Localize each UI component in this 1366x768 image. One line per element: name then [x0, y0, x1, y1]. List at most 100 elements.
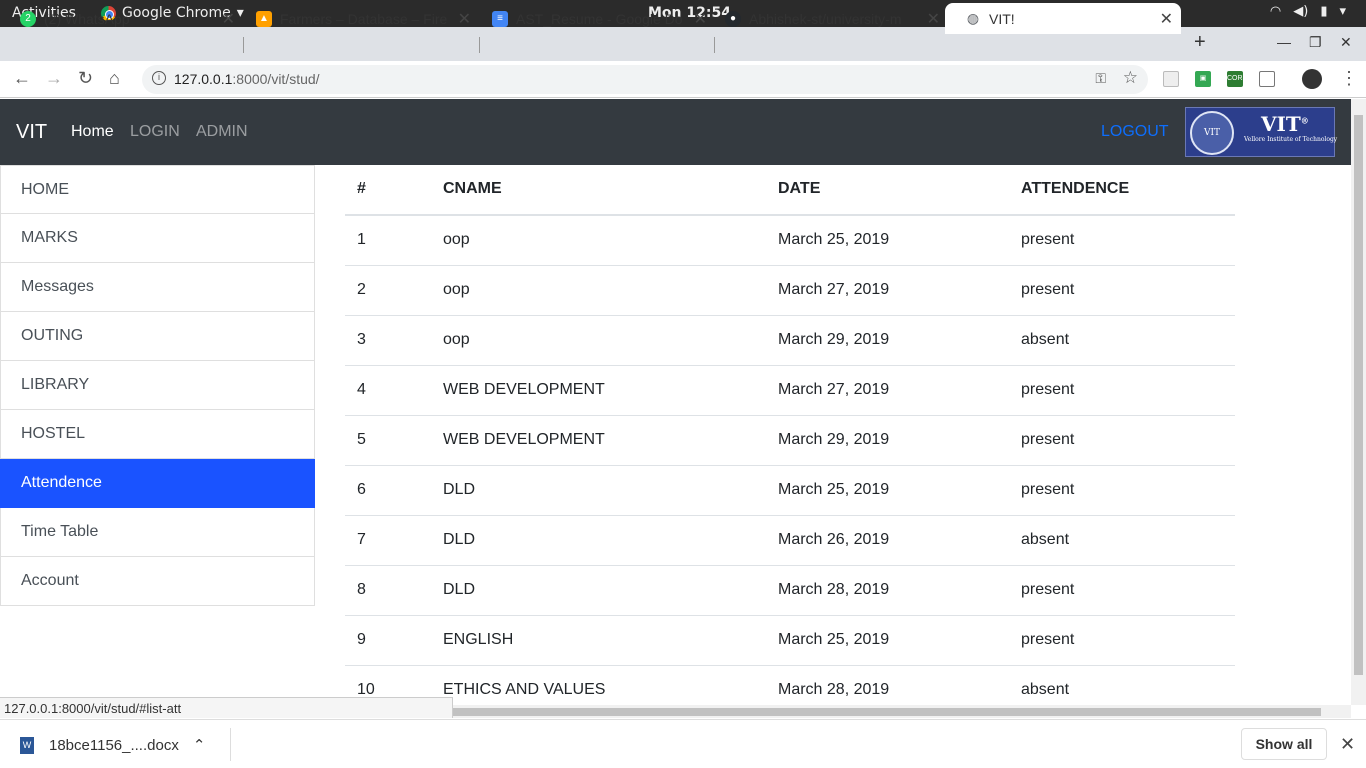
- new-tab-icon[interactable]: +: [1194, 31, 1206, 54]
- attendance-date: March 27, 2019: [766, 265, 1009, 316]
- vertical-scrollbar[interactable]: [1351, 99, 1366, 705]
- sidebar-item-hostel[interactable]: HOSTEL: [0, 410, 315, 459]
- sidebar-item-marks[interactable]: MARKS: [0, 214, 315, 263]
- column-header-cname: CNAME: [431, 165, 766, 216]
- row-number: 3: [345, 315, 431, 366]
- table-row: 3 oop March 29, 2019 absent: [345, 315, 1235, 366]
- globe-icon: ◍: [965, 10, 981, 27]
- browser-toolbar: ← → ↻ ⌂ i 127.0.0.1:8000/vit/stud/ ⚿ ☆ ▣…: [0, 61, 1366, 98]
- sidebar-item-library[interactable]: LIBRARY: [0, 361, 315, 410]
- document-extension-icon[interactable]: [1259, 71, 1275, 87]
- close-window-icon[interactable]: ✕: [1340, 34, 1352, 51]
- logout-link[interactable]: LOGOUT: [1101, 123, 1169, 141]
- sidebar-item-account[interactable]: Account: [0, 557, 315, 606]
- battery-icon: ▮: [1320, 4, 1328, 19]
- course-name: oop: [431, 315, 766, 366]
- row-number: 5: [345, 415, 431, 466]
- sidebar-item-attendence[interactable]: Attendence: [0, 459, 315, 508]
- attendance-date: March 25, 2019: [766, 215, 1009, 266]
- volume-icon: ◀): [1293, 4, 1309, 19]
- close-tab-icon[interactable]: ✕: [1160, 9, 1173, 29]
- course-name: WEB DEVELOPMENT: [431, 365, 766, 416]
- tab-vit[interactable]: ◍ VIT! ✕: [945, 3, 1181, 34]
- bookmark-star-icon[interactable]: ☆: [1123, 68, 1138, 88]
- forward-icon[interactable]: →: [45, 68, 63, 89]
- attendance-status: present: [1009, 215, 1235, 266]
- row-number: 7: [345, 515, 431, 566]
- vit-logo-text: VIT®: [1261, 112, 1309, 136]
- row-number: 2: [345, 265, 431, 316]
- tab-github[interactable]: ● Abhishek-st/university-m ✕: [705, 3, 948, 34]
- sidebar-item-home[interactable]: HOME: [0, 165, 315, 214]
- table-row: 2 oop March 27, 2019 present: [345, 265, 1235, 316]
- vit-logo: VIT VIT® Vellore Institute of Technology: [1185, 107, 1338, 157]
- nav-home[interactable]: Home: [71, 123, 114, 141]
- table-row: 6 DLD March 25, 2019 present: [345, 465, 1235, 516]
- wifi-icon: ◠: [1269, 4, 1282, 19]
- nav-login[interactable]: LOGIN: [130, 123, 180, 141]
- horizontal-scrollbar[interactable]: [453, 705, 1351, 718]
- reload-icon[interactable]: ↻: [78, 68, 93, 89]
- table-row: 4 WEB DEVELOPMENT March 27, 2019 present: [345, 365, 1235, 416]
- tab-firebase[interactable]: ▲ Farmers – Database – Fire ✕: [236, 3, 479, 34]
- column-header-number: #: [345, 165, 431, 216]
- course-name: ETHICS AND VALUES: [431, 665, 766, 705]
- site-navbar: VIT Home LOGIN ADMIN LOGOUT VIT VIT® Vel…: [0, 99, 1351, 165]
- nav-admin[interactable]: ADMIN: [196, 123, 248, 141]
- course-name: WEB DEVELOPMENT: [431, 415, 766, 466]
- show-all-button[interactable]: Show all: [1241, 728, 1327, 760]
- course-name: oop: [431, 265, 766, 316]
- menu-icon[interactable]: ⋮: [1340, 68, 1358, 89]
- minimize-icon[interactable]: —: [1277, 34, 1291, 50]
- attendance-status: present: [1009, 565, 1235, 616]
- attendance-date: March 27, 2019: [766, 365, 1009, 416]
- close-tab-icon[interactable]: ✕: [458, 9, 471, 29]
- tab-google-docs[interactable]: ≡ AST_Resume - Google Do ✕: [472, 3, 715, 34]
- download-item[interactable]: W 18bce1156_....docx ⌃: [20, 736, 205, 754]
- close-tab-icon[interactable]: ✕: [927, 9, 940, 29]
- tab-title: Farmers – Database – Fire: [280, 10, 448, 27]
- extension-icon[interactable]: ▣: [1195, 71, 1211, 87]
- table-row: 9 ENGLISH March 25, 2019 present: [345, 615, 1235, 666]
- row-number: 1: [345, 215, 431, 266]
- url-text: 127.0.0.1:8000/vit/stud/: [174, 71, 320, 87]
- scrollbar-thumb[interactable]: [453, 708, 1321, 716]
- tab-whatsapp[interactable]: 2 (2) WhatsApp ✕: [0, 3, 243, 34]
- course-name: DLD: [431, 465, 766, 516]
- scrollbar-thumb[interactable]: [1354, 115, 1363, 675]
- course-name: DLD: [431, 565, 766, 616]
- home-icon[interactable]: ⌂: [109, 68, 120, 89]
- address-bar[interactable]: i 127.0.0.1:8000/vit/stud/ ⚿ ☆: [142, 65, 1148, 94]
- attendance-status: present: [1009, 415, 1235, 466]
- vit-logo-subtitle: Vellore Institute of Technology: [1244, 136, 1338, 143]
- key-icon[interactable]: ⚿: [1095, 70, 1106, 87]
- info-icon[interactable]: i: [152, 71, 166, 85]
- attendance-date: March 29, 2019: [766, 415, 1009, 466]
- navbar-brand[interactable]: VIT: [16, 121, 47, 144]
- word-document-icon: W: [20, 736, 34, 754]
- course-name: ENGLISH: [431, 615, 766, 666]
- sidebar-item-time-table[interactable]: Time Table: [0, 508, 315, 557]
- download-shelf: W 18bce1156_....docx ⌃ Show all ✕: [0, 719, 1366, 768]
- firebase-icon: ▲: [256, 10, 272, 27]
- power-menu-icon: ▾: [1339, 4, 1346, 19]
- chevron-up-icon[interactable]: ⌃: [193, 736, 206, 754]
- system-tray[interactable]: ◠ ◀) ▮ ▾: [1270, 4, 1346, 19]
- attendance-status: present: [1009, 265, 1235, 316]
- extension-icon[interactable]: [1163, 71, 1179, 87]
- restore-icon[interactable]: ❐: [1309, 34, 1322, 51]
- attendance-date: March 25, 2019: [766, 465, 1009, 516]
- course-name: oop: [431, 215, 766, 266]
- download-filename: 18bce1156_....docx: [49, 736, 179, 754]
- back-icon[interactable]: ←: [13, 68, 31, 89]
- avatar[interactable]: [1302, 69, 1322, 89]
- attendance-status: absent: [1009, 515, 1235, 566]
- whatsapp-icon: 2: [20, 10, 36, 27]
- table-row: 1 oop March 25, 2019 present: [345, 215, 1235, 266]
- cors-extension-icon[interactable]: CORS: [1227, 71, 1247, 87]
- close-tab-icon[interactable]: ✕: [222, 9, 235, 29]
- row-number: 8: [345, 565, 431, 616]
- close-icon[interactable]: ✕: [1340, 734, 1355, 755]
- sidebar-item-outing[interactable]: OUTING: [0, 312, 315, 361]
- sidebar-item-messages[interactable]: Messages: [0, 263, 315, 312]
